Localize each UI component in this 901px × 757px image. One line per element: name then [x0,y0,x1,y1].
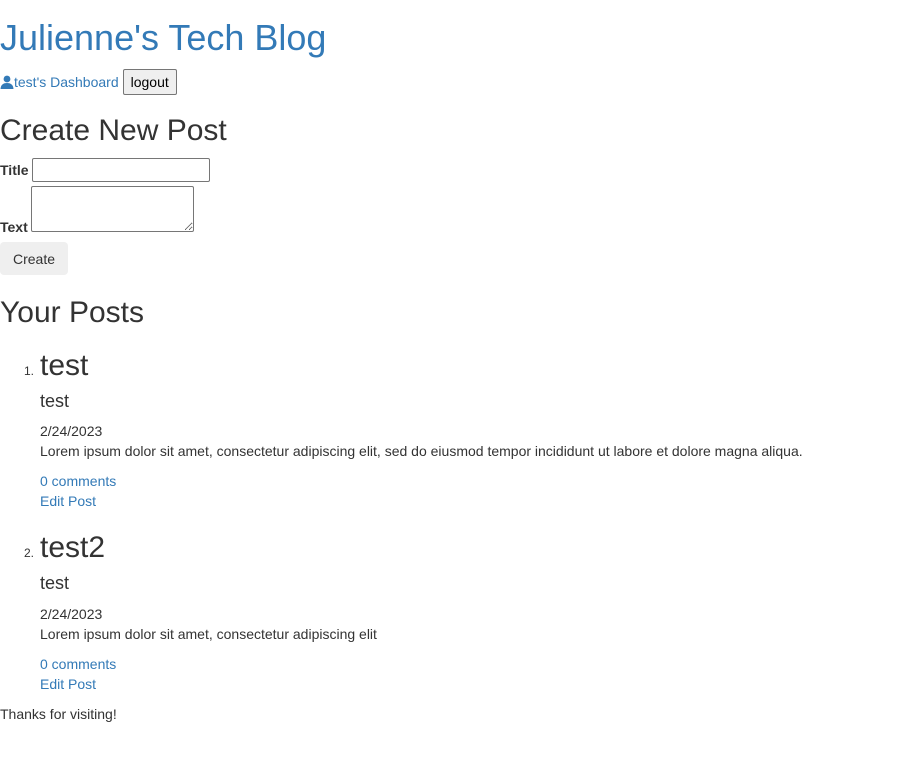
post-body: Lorem ipsum dolor sit amet, consectetur … [40,626,377,642]
post-title: test2 [40,531,106,564]
post-date: 2/24/2023 [40,606,103,622]
post-subtitle: test [40,391,70,411]
edit-post-link[interactable]: Edit Post [40,676,96,692]
text-field-row: Text [0,186,194,235]
post-body: Lorem ipsum dolor sit amet, consectetur … [40,443,803,459]
text-label: Text [0,219,28,235]
title-field-row: Title [0,158,210,182]
post-comments-link[interactable]: 0 comments [40,473,116,489]
logout-button[interactable]: logout [122,69,177,95]
post-comments-link[interactable]: 0 comments [40,656,116,672]
post-date: 2/24/2023 [40,423,103,439]
post-subtitle: test [40,573,70,593]
your-posts-heading: Your Posts [0,296,144,329]
nav-bar: test's Dashboard logout [0,69,177,95]
text-input[interactable] [30,186,194,232]
site-title-link[interactable]: Julienne's Tech Blog [0,15,326,61]
footer-text: Thanks for visiting! [0,706,117,722]
create-post-heading: Create New Post [0,114,227,147]
user-icon [0,75,14,89]
post-number: 2. [24,546,35,560]
create-button[interactable]: Create [0,242,68,275]
post-number: 1. [24,364,35,378]
edit-post-link[interactable]: Edit Post [40,493,96,509]
dashboard-link[interactable]: test's Dashboard [0,74,119,90]
title-input[interactable] [31,158,210,182]
dashboard-link-label: test's Dashboard [14,74,119,90]
post-title: test [40,349,89,382]
page: Julienne's Tech Blog test's Dashboard lo… [0,0,901,757]
title-label: Title [0,162,29,178]
